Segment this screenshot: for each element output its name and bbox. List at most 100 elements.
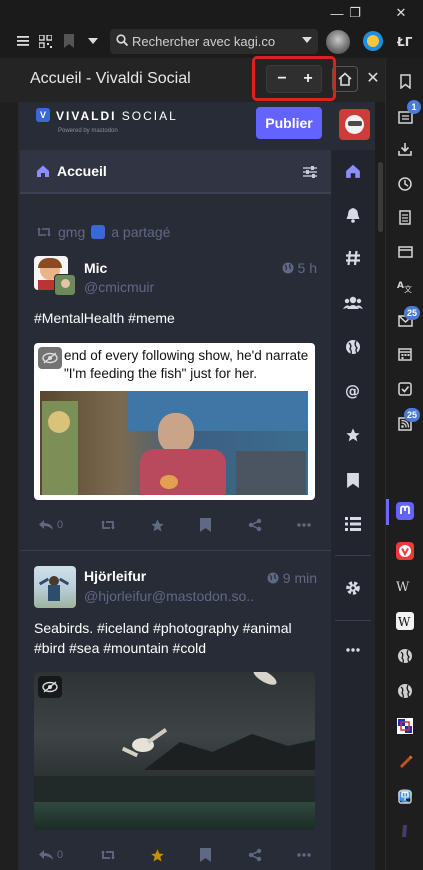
nav-mentions-at-icon[interactable]: @: [343, 381, 363, 401]
booster-avatar[interactable]: [91, 225, 106, 239]
publish-button[interactable]: Publier: [256, 107, 322, 139]
mastodon-panel-icon[interactable]: [396, 502, 414, 520]
web-panel-faded-icon[interactable]: [396, 822, 414, 840]
user-avatar[interactable]: [339, 109, 370, 140]
more-options-button[interactable]: [297, 844, 311, 866]
translate-extension-icon[interactable]: ŁΓ: [396, 32, 414, 50]
nav-lists-icon[interactable]: [343, 514, 363, 534]
web-panel-pen-icon[interactable]: [396, 752, 414, 770]
media-attachment[interactable]: end of every following show, he'd narrat…: [34, 343, 315, 500]
window-panel-icon[interactable]: [396, 243, 414, 261]
close-window-button[interactable]: ✕: [384, 0, 418, 26]
reply-button[interactable]: 0: [38, 514, 63, 536]
web-panel-globe-icon[interactable]: [396, 647, 414, 665]
media-image: [34, 672, 315, 830]
ellipsis-icon: [297, 853, 311, 857]
svg-text:W: W: [396, 580, 410, 593]
web-panel-globe-icon-2[interactable]: [396, 682, 414, 700]
reading-list-badge: 1: [407, 100, 421, 114]
author-avatar[interactable]: [34, 566, 76, 608]
share-button[interactable]: [248, 514, 262, 536]
bookmark-button[interactable]: [200, 514, 211, 536]
hide-media-button[interactable]: [38, 347, 62, 369]
menu-lines-icon[interactable]: [14, 32, 32, 50]
media-image: [40, 391, 308, 495]
column-title: Accueil: [57, 163, 107, 179]
web-panel-checker-icon[interactable]: [396, 717, 414, 735]
author-name[interactable]: Hjörleifur: [84, 568, 146, 584]
calendar-icon[interactable]: [396, 345, 414, 363]
notes-icon[interactable]: [396, 208, 414, 226]
mastodon-column: V VIVALDI SOCIAL Powered by mastodon Pub…: [20, 102, 331, 870]
hide-media-button[interactable]: [38, 676, 62, 698]
boost-username[interactable]: gmg: [58, 224, 85, 240]
column-settings-icon[interactable]: [302, 164, 318, 180]
tasks-checkbox-icon[interactable]: [396, 380, 414, 398]
history-clock-icon[interactable]: [396, 175, 414, 193]
wikipedia-box-panel-icon[interactable]: W: [396, 612, 414, 630]
reply-icon: [39, 850, 53, 860]
media-attachment[interactable]: [34, 672, 315, 830]
nav-bookmarks-icon[interactable]: [343, 470, 363, 490]
add-web-panel-button[interactable]: [396, 788, 414, 806]
boost-button[interactable]: [100, 514, 116, 536]
vivaldi-panel-sidebar: 1 A文 25 25 W W: [385, 58, 423, 870]
bookmark-page-icon[interactable]: [60, 32, 78, 50]
home-column-header[interactable]: Accueil: [20, 150, 331, 194]
vivaldi-logo-icon[interactable]: V: [36, 108, 50, 122]
search-icon: [116, 34, 132, 49]
extension-icon[interactable]: [363, 31, 383, 51]
more-options-button[interactable]: [297, 514, 311, 536]
nav-hashtag-icon[interactable]: [343, 248, 363, 268]
home-icon: [37, 165, 49, 177]
nav-home-icon[interactable]: [343, 161, 363, 181]
nav-favourites-star-icon[interactable]: [343, 425, 363, 445]
scrollbar-thumb[interactable]: [378, 162, 383, 232]
svg-text:@: @: [345, 383, 360, 399]
boost-button[interactable]: [100, 844, 116, 866]
favourite-button[interactable]: [150, 514, 165, 536]
search-field[interactable]: Rechercher avec kagi.co: [110, 29, 318, 54]
bookmarks-panel-icon[interactable]: [396, 72, 414, 90]
search-engine-chevron-icon[interactable]: [302, 35, 312, 45]
nav-notifications-bell-icon[interactable]: [343, 205, 363, 225]
chevron-down-icon[interactable]: [84, 32, 102, 50]
brand-logo-text: VIVALDI SOCIAL: [56, 109, 178, 123]
ellipsis-icon: [297, 523, 311, 527]
panel-home-button[interactable]: [332, 66, 358, 92]
author-name[interactable]: Mic: [84, 260, 107, 276]
post-timestamp[interactable]: 9 min: [267, 570, 317, 586]
reply-button[interactable]: 0: [38, 844, 63, 866]
post-content: Seabirds. #iceland #photography #animal …: [34, 620, 292, 656]
author-handle[interactable]: @hjorleifur@mastodon.so...: [84, 588, 254, 604]
share-icon: [248, 848, 262, 862]
profile-avatar[interactable]: [326, 30, 350, 54]
nav-settings-gear-icon[interactable]: [343, 578, 363, 598]
booster-small-avatar[interactable]: [54, 274, 76, 296]
wikipedia-panel-icon[interactable]: W: [396, 577, 414, 595]
post-timestamp[interactable]: 5 h: [282, 260, 317, 276]
favourite-button-active[interactable]: [150, 844, 165, 866]
nav-users-icon[interactable]: [343, 293, 363, 313]
restore-button[interactable]: ❐: [338, 0, 372, 26]
feeds-badge: 25: [404, 408, 421, 422]
mastodon-top-bar: V VIVALDI SOCIAL Powered by mastodon Pub…: [20, 102, 331, 150]
downloads-icon[interactable]: [396, 140, 414, 158]
mastodon-nav-rail: @: [331, 150, 375, 870]
translate-panel-icon[interactable]: A文: [396, 277, 414, 295]
home-icon: [338, 72, 352, 86]
panel-close-button[interactable]: ✕: [364, 68, 382, 88]
bookmark-button[interactable]: [200, 844, 211, 866]
status-post[interactable]: gmg a partagé Mic @cmicmuir 5 h #MentalH…: [20, 198, 331, 551]
bookmark-icon: [200, 518, 211, 532]
vivaldi-panel-icon[interactable]: [396, 542, 414, 560]
nav-more-ellipsis-icon[interactable]: [343, 640, 363, 660]
panel-scrollbar[interactable]: [375, 102, 385, 870]
star-icon: [151, 518, 164, 531]
qr-code-icon[interactable]: [36, 32, 54, 50]
nav-globe-icon[interactable]: [343, 337, 363, 357]
nav-separator: [335, 555, 371, 556]
author-handle[interactable]: @cmicmuir: [84, 279, 284, 295]
share-button[interactable]: [248, 844, 262, 866]
status-post[interactable]: Hjörleifur @hjorleifur@mastodon.so... 9 …: [20, 552, 331, 870]
